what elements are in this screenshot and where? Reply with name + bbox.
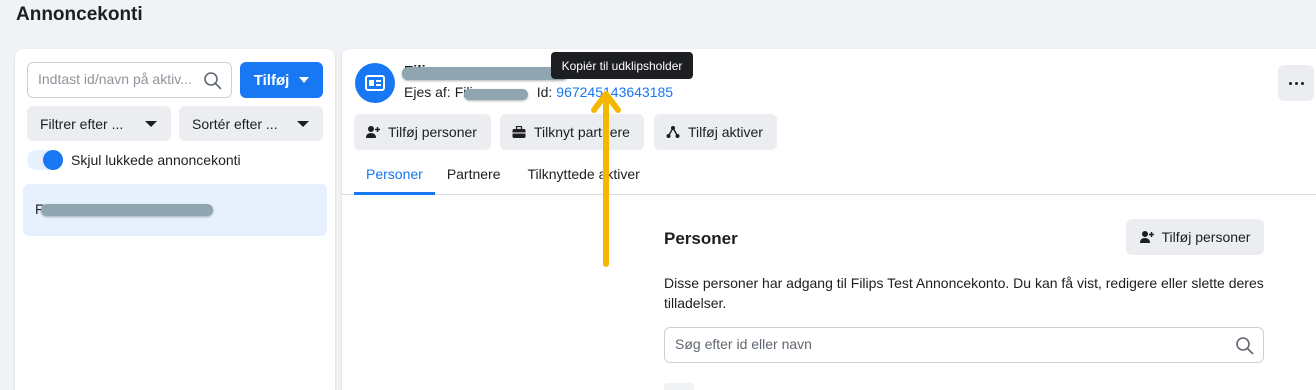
account-detail-panel: Fili Ejes af: Fili Id: 967245143643185 T… (342, 49, 1316, 390)
owner-label: Ejes af: (404, 84, 451, 100)
chevron-down-icon (297, 120, 309, 127)
add-account-button[interactable]: Tilføj (240, 62, 323, 98)
add-person-icon (366, 126, 380, 138)
hide-closed-toggle-row: Skjul lukkede annoncekonti (27, 150, 241, 170)
filter-label: Filtrer efter ... (40, 115, 124, 132)
redacted-owner-name (464, 89, 528, 100)
section-title: Personer (664, 229, 738, 248)
owner-line: Ejes af: Fili Id: 967245143643185 (404, 84, 673, 100)
sort-label: Sortér efter ... (192, 115, 278, 132)
sort-dropdown[interactable]: Sortér efter ... (179, 106, 323, 141)
people-search-box[interactable] (664, 327, 1264, 363)
annotation-arrow-icon (591, 91, 621, 267)
section-add-people-button[interactable]: Tilføj personer (1126, 219, 1264, 255)
section-description: Disse personer har adgang til Filips Tes… (664, 275, 1264, 311)
list-item-peek (664, 383, 694, 390)
id-label: Id: (536, 84, 553, 100)
chevron-down-icon (299, 77, 310, 83)
search-icon[interactable] (1235, 336, 1255, 356)
tab-partners[interactable]: Partnere (435, 161, 513, 195)
hide-closed-toggle[interactable] (27, 150, 63, 170)
people-search-input[interactable] (675, 336, 1215, 352)
chevron-down-icon (145, 120, 157, 127)
add-people-label: Tilføj personer (388, 124, 477, 140)
ad-account-icon (355, 63, 395, 103)
copy-tooltip: Kopiér til udklipsholder (551, 52, 693, 79)
tab-people[interactable]: Personer (354, 161, 435, 195)
page-title: Annoncekonti (16, 4, 143, 25)
briefcase-icon (512, 125, 526, 138)
tab-connected-assets[interactable]: Tilknyttede aktiver (513, 161, 652, 195)
account-list-item[interactable]: F (23, 184, 327, 236)
account-search-input[interactable] (38, 71, 198, 87)
filter-dropdown[interactable]: Filtrer efter ... (27, 106, 171, 141)
more-options-button[interactable] (1278, 65, 1314, 101)
add-people-button[interactable]: Tilføj personer (354, 114, 491, 150)
search-icon[interactable] (203, 71, 223, 91)
add-assets-label: Tilføj aktiver (688, 124, 763, 140)
add-account-label: Tilføj (253, 71, 290, 89)
redacted-account-name (402, 67, 568, 80)
add-person-icon (1139, 231, 1154, 243)
hide-closed-label: Skjul lukkede annoncekonti (71, 152, 241, 168)
account-list-panel: Tilføj Filtrer efter ... Sortér efter ..… (15, 49, 335, 390)
account-search-box[interactable] (27, 62, 232, 98)
account-header: Fili Ejes af: Fili Id: 967245143643185 T… (342, 49, 1316, 195)
section-add-people-label: Tilføj personer (1161, 229, 1251, 245)
add-assets-button[interactable]: Tilføj aktiver (654, 114, 777, 150)
redacted-account-name (41, 204, 213, 216)
assets-icon (666, 126, 680, 138)
ellipsis-icon (1288, 81, 1292, 85)
